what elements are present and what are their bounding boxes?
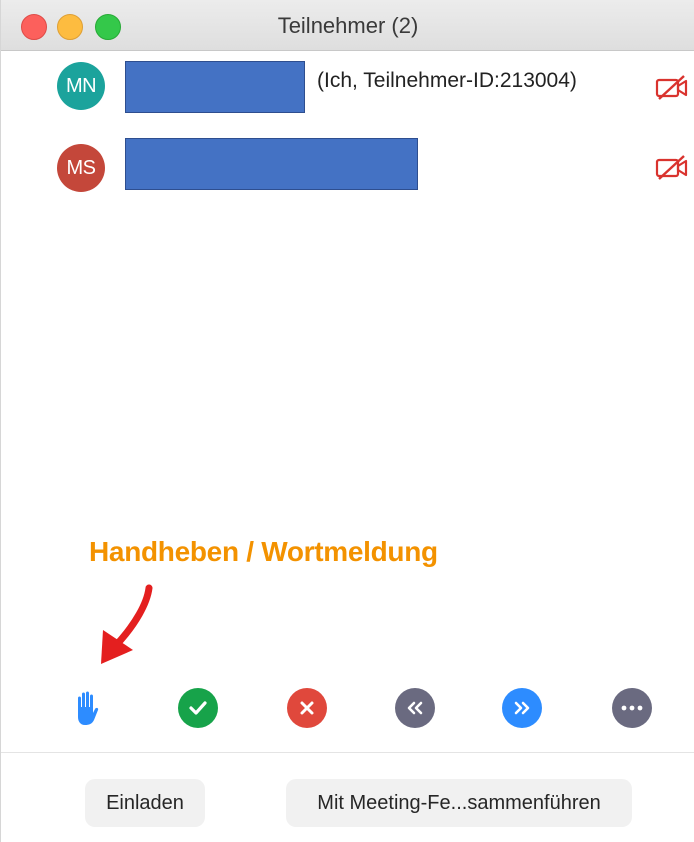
invite-button[interactable]: Einladen xyxy=(85,779,205,827)
go-slower-button[interactable] xyxy=(395,688,435,728)
reactions-bar xyxy=(1,682,694,736)
title-bar: Teilnehmer (2) xyxy=(1,0,694,51)
merge-meeting-window-button[interactable]: Mit Meeting-Fe...sammenführen xyxy=(286,779,632,827)
participant-self-label: (Ich, Teilnehmer-ID:213004) xyxy=(317,69,577,92)
checkmark-icon xyxy=(189,701,207,715)
yes-button[interactable] xyxy=(178,688,218,728)
redacted-name xyxy=(125,61,305,113)
annotation-arrow-icon xyxy=(101,584,153,664)
double-chevron-right-icon xyxy=(514,701,530,715)
avatar: MN xyxy=(57,62,105,110)
participant-row[interactable]: MS xyxy=(1,138,694,198)
camera-off-icon[interactable] xyxy=(655,74,689,102)
annotation-label: Handheben / Wortmeldung xyxy=(89,536,438,567)
window-title: Teilnehmer (2) xyxy=(277,13,419,38)
participants-window: Teilnehmer (2) MN (Ich, Teilnehmer-ID:21… xyxy=(0,0,694,842)
footer-divider xyxy=(1,752,694,753)
go-faster-button[interactable] xyxy=(502,688,542,728)
redacted-name xyxy=(125,138,418,190)
camera-off-icon[interactable] xyxy=(655,154,689,182)
raise-hand-icon xyxy=(78,691,99,725)
no-button[interactable] xyxy=(287,688,327,728)
ellipsis-icon xyxy=(621,705,643,711)
raise-hand-button[interactable] xyxy=(67,688,107,728)
x-icon xyxy=(300,701,314,715)
participant-row[interactable]: MN (Ich, Teilnehmer-ID:213004) xyxy=(1,56,694,116)
double-chevron-left-icon xyxy=(407,701,423,715)
more-button[interactable] xyxy=(612,688,652,728)
avatar: MS xyxy=(57,144,105,192)
